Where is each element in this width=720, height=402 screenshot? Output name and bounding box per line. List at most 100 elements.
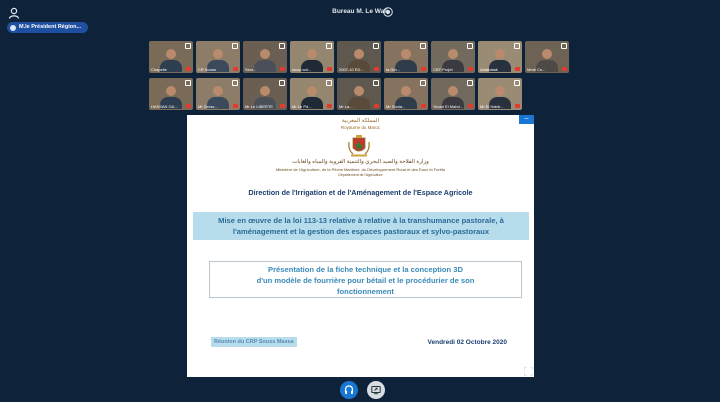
participant-tile[interactable]: Yousri El Mahd... <box>431 78 475 110</box>
expand-icon[interactable] <box>232 80 238 86</box>
expand-icon[interactable] <box>279 43 285 49</box>
expand-icon[interactable] <box>420 80 426 86</box>
participant-video <box>213 86 223 96</box>
expand-icon[interactable] <box>232 43 238 49</box>
muted-mic-icon <box>421 104 426 108</box>
banner-line: Mise en œuvre de la loi 113-13 relative … <box>218 216 504 225</box>
muted-mic-icon <box>327 104 332 108</box>
expand-icon[interactable] <box>467 80 473 86</box>
presenter-label: M.le Président Région... <box>19 24 82 30</box>
presenter-badge[interactable]: M.le Président Région... <box>7 22 89 33</box>
participant-name: Mr Soula... <box>386 104 406 109</box>
fullscreen-icon[interactable] <box>524 367 533 376</box>
expand-icon[interactable] <box>279 80 285 86</box>
participant-tile[interactable]: 2007-10 ED... <box>337 41 381 73</box>
participant-tile[interactable]: sous roxl... <box>290 41 334 73</box>
participant-video <box>166 49 176 59</box>
participant-tile[interactable]: HASSAN GA... <box>149 78 193 110</box>
muted-mic-icon <box>421 67 426 71</box>
banner-line: l'aménagement et la gestion des espaces … <box>232 227 490 236</box>
muted-mic-icon <box>515 104 520 108</box>
date-label: Vendredi 02 Octobre 2020 <box>427 339 507 346</box>
law-banner: Mise en œuvre de la loi 113-13 relative … <box>193 212 529 240</box>
audio-button[interactable] <box>340 381 358 399</box>
participant-tile[interactable]: Mr La... <box>337 78 381 110</box>
presentation-box: Présentation de la fiche technique et la… <box>209 261 522 298</box>
participant-video <box>354 49 364 59</box>
participant-name: Secr... <box>245 67 257 72</box>
participant-video <box>307 49 317 59</box>
participant-name: HASSAN GA... <box>151 104 178 109</box>
muted-mic-icon <box>515 67 520 71</box>
participant-tile[interactable]: Mr Le LIBERTE <box>243 78 287 110</box>
meeting-label: Réunion du CRP Souss Massa <box>211 337 297 347</box>
expand-icon[interactable] <box>373 43 379 49</box>
share-screen-button[interactable] <box>367 381 385 399</box>
expand-icon[interactable] <box>561 43 567 49</box>
meeting-title: Bureau M. Le Wali <box>332 8 388 15</box>
participant-name: Mme Co... <box>527 67 546 72</box>
presenter-icon <box>10 24 16 31</box>
participant-tile[interactable]: Secr... <box>243 41 287 73</box>
ministry-arabic: وزارة الفلاحة والصيد البحري والتنمية الق… <box>292 159 429 165</box>
muted-mic-icon <box>468 104 473 108</box>
ministry-french: Ministère de l'Agriculture, de la Pêche … <box>275 167 446 172</box>
participant-video <box>213 49 223 59</box>
participant-tile[interactable]: Mr Soula... <box>384 78 428 110</box>
muted-mic-icon <box>186 104 191 108</box>
expand-icon[interactable] <box>185 80 191 86</box>
muted-mic-icon <box>280 104 285 108</box>
participant-name: Chapelle <box>151 67 167 72</box>
expand-icon[interactable] <box>373 80 379 86</box>
muted-mic-icon <box>562 67 567 71</box>
expand-icon[interactable] <box>420 43 426 49</box>
muted-mic-icon <box>186 67 191 71</box>
muted-mic-icon <box>233 104 238 108</box>
muted-mic-icon <box>374 104 379 108</box>
expand-icon[interactable] <box>185 43 191 49</box>
participant-name: Yousri El Mahd... <box>433 104 464 109</box>
participant-video <box>260 86 270 96</box>
coat-of-arms-icon <box>348 135 370 157</box>
participant-tile[interactable]: la Gm... <box>384 41 428 73</box>
participant-name: la Gm... <box>386 67 401 72</box>
participant-tile[interactable]: CR Souss <box>196 41 240 73</box>
shared-slide: – المملكة المغربية Royaume du Maroc وزار… <box>187 115 534 377</box>
participant-tile[interactable]: Chapelle <box>149 41 193 73</box>
expand-icon[interactable] <box>514 80 520 86</box>
participant-video <box>495 49 505 59</box>
participant-tile[interactable]: Ambbalak <box>478 41 522 73</box>
participant-tile[interactable]: Mr Grosx... <box>196 78 240 110</box>
expand-icon[interactable] <box>467 43 473 49</box>
participant-tile[interactable]: Mr El Habb... <box>478 78 522 110</box>
participant-video <box>401 86 411 96</box>
participant-video <box>448 49 458 59</box>
record-icon[interactable] <box>383 7 393 17</box>
participant-video <box>260 49 270 59</box>
muted-mic-icon <box>327 67 332 71</box>
muted-mic-icon <box>468 67 473 71</box>
participant-video <box>448 86 458 96</box>
expand-icon[interactable] <box>514 43 520 49</box>
participant-video <box>354 86 364 96</box>
share-screen-icon <box>371 386 381 395</box>
participant-video <box>542 49 552 59</box>
participant-video <box>307 86 317 96</box>
participant-name: Mr El Habb... <box>480 104 504 109</box>
participant-name: CEF Projet <box>433 67 453 72</box>
participant-video <box>495 86 505 96</box>
expand-icon[interactable] <box>326 43 332 49</box>
kingdom-arabic: المملكة المغربية <box>341 118 380 124</box>
participant-tile[interactable]: Mr Le Pd... <box>290 78 334 110</box>
participant-tile[interactable]: CEF Projet <box>431 41 475 73</box>
muted-mic-icon <box>280 67 285 71</box>
muted-mic-icon <box>233 67 238 71</box>
top-bar: Bureau M. Le Wali <box>0 0 720 26</box>
direction-title: Direction de l'Irrigation et de l'Aménag… <box>248 188 473 197</box>
participant-video <box>401 49 411 59</box>
box-line: fonctionnement <box>337 287 394 296</box>
expand-icon[interactable] <box>326 80 332 86</box>
muted-mic-icon <box>374 67 379 71</box>
participant-name: sous roxl... <box>292 67 312 72</box>
participant-tile[interactable]: Mme Co... <box>525 41 569 73</box>
